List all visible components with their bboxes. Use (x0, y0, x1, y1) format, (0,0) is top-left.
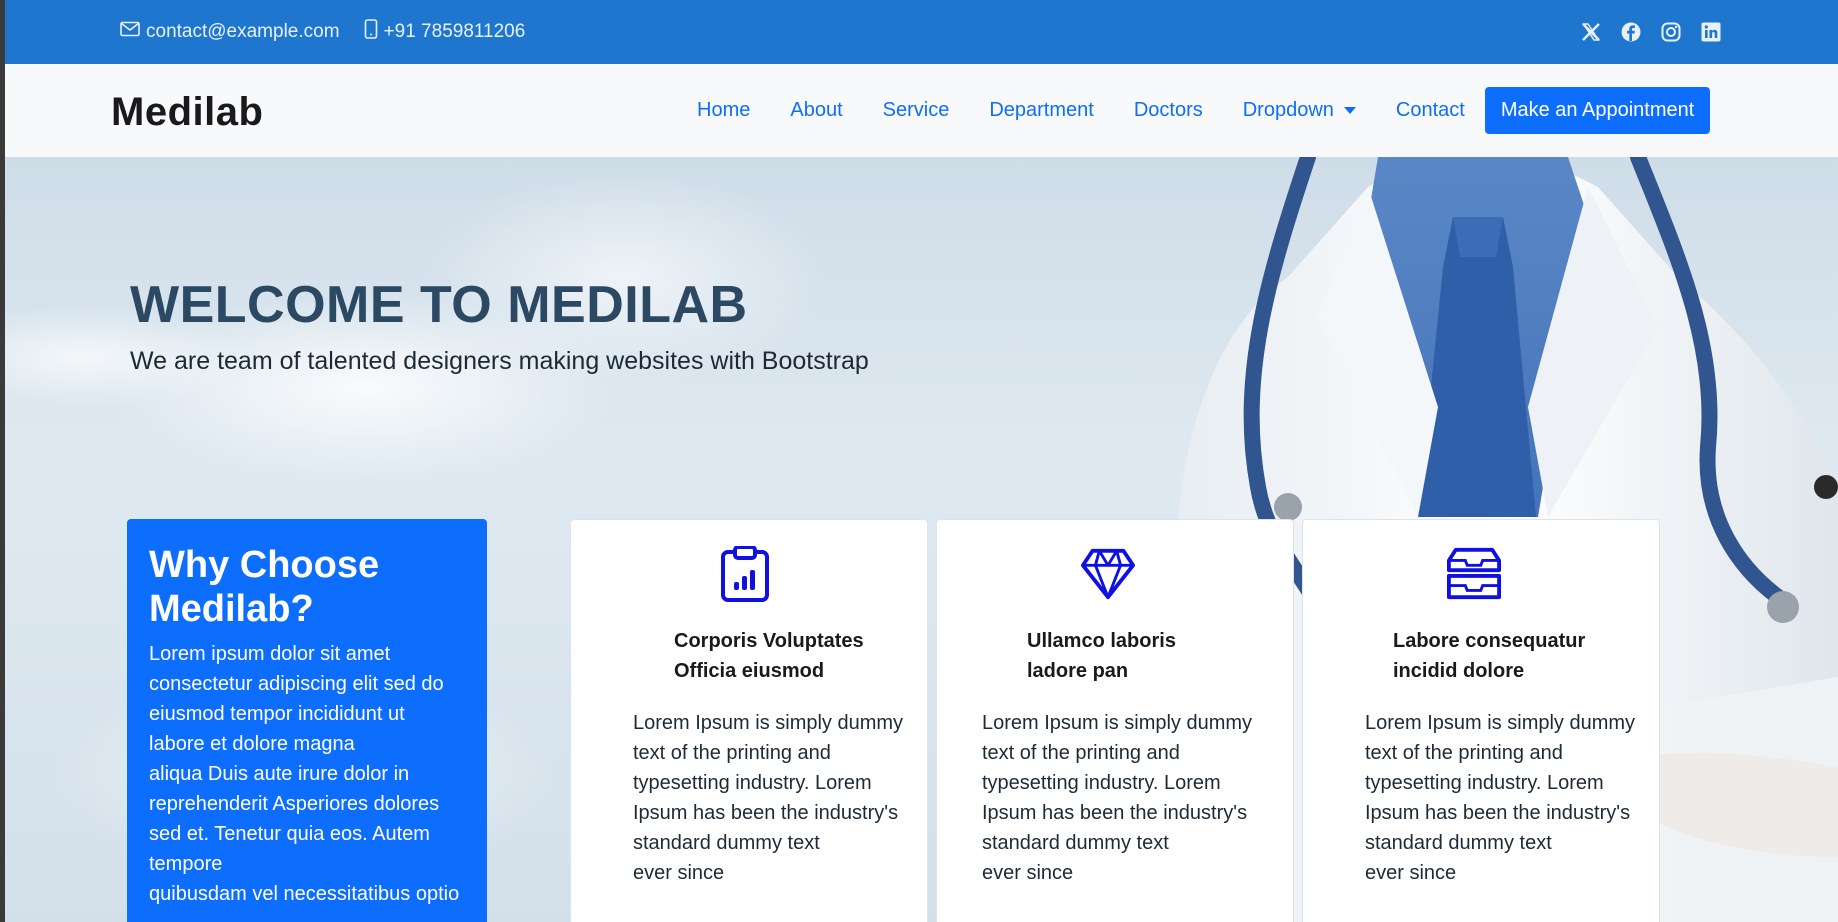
why-line: eiusmod tempor incididunt ut (149, 703, 405, 725)
nav-department[interactable]: Department (989, 99, 1094, 122)
card-text-line: Ipsum has been the industry's (1365, 802, 1631, 824)
why-line: reprehenderit Asperiores dolores (149, 793, 440, 815)
social-links (1561, 0, 1721, 64)
card-text-line: standard dummy text (633, 832, 820, 854)
why-title: Why Choose Medilab? (149, 543, 465, 631)
phone-text: +91 7859811206 (383, 21, 526, 42)
card-text-line: text of the printing and (1365, 742, 1563, 764)
card-title: Corporis Voluptates Officia eiusmod (674, 626, 864, 686)
hero-subtitle: We are team of talented designers making… (130, 347, 869, 375)
why-title-line2: Medilab? (149, 588, 314, 630)
nav-about[interactable]: About (790, 99, 842, 122)
phone-item[interactable]: +91 7859811206 (364, 19, 526, 45)
card-text-line: Ipsum has been the industry's (633, 802, 899, 824)
why-line: quibusdam vel necessitatibus optio (149, 883, 460, 905)
card-title-line1: Ullamco laboris (1027, 630, 1176, 652)
card-text-line: typesetting industry. Lorem (633, 772, 872, 794)
facebook-icon[interactable] (1621, 22, 1641, 42)
inboxes-icon (1446, 546, 1502, 602)
card-text-line: ever since (982, 862, 1074, 884)
x-icon[interactable] (1581, 22, 1601, 42)
clipboard-data-icon (717, 546, 773, 602)
card-text-line: typesetting industry. Lorem (982, 772, 1221, 794)
why-title-line1: Why Choose (149, 544, 380, 586)
card-text-line: standard dummy text (982, 832, 1169, 854)
card-title: Ullamco laboris ladore pan (1027, 626, 1176, 686)
instagram-icon[interactable] (1661, 22, 1681, 42)
card-text: Lorem Ipsum is simply dummy text of the … (633, 708, 913, 888)
card-title: Labore consequatur incidid dolore (1393, 626, 1585, 686)
nav-menu: Home About Service Department Doctors Dr… (697, 64, 1711, 157)
why-line: Lorem ipsum dolor sit amet (149, 643, 391, 665)
why-line: tempore (149, 853, 223, 875)
nav-home[interactable]: Home (697, 99, 750, 122)
phone-icon (364, 19, 384, 45)
card-text: Lorem Ipsum is simply dummy text of the … (982, 708, 1262, 888)
card-title-line2: Officia eiusmod (674, 660, 825, 682)
card-text-line: standard dummy text (1365, 832, 1552, 854)
card-text-line: Lorem Ipsum is simply dummy (1365, 712, 1636, 734)
hero-section: WELCOME TO MEDILAB We are team of talent… (5, 157, 1838, 922)
why-line: sed et. Tenetur quia eos. Autem (149, 823, 430, 845)
feature-card: Ullamco laboris ladore pan Lorem Ipsum i… (936, 519, 1294, 922)
why-choose-box: Why Choose Medilab? Lorem ipsum dolor si… (127, 519, 487, 922)
card-text-line: ever since (633, 862, 725, 884)
card-title-line1: Corporis Voluptates (674, 630, 864, 652)
hero-title: WELCOME TO MEDILAB (130, 276, 748, 334)
card-title-line2: incidid dolore (1393, 660, 1525, 682)
nav-dropdown-label: Dropdown (1242, 99, 1334, 121)
card-text-line: Ipsum has been the industry's (982, 802, 1248, 824)
topbar-contact: contact@example.com +91 7859811206 (120, 0, 549, 64)
brand-logo[interactable]: Medilab (111, 90, 263, 135)
card-title-line1: Labore consequatur (1393, 630, 1586, 652)
feature-card: Labore consequatur incidid dolore Lorem … (1302, 519, 1660, 922)
nav-dropdown[interactable]: Dropdown (1243, 99, 1356, 122)
card-text-line: ever since (1365, 862, 1457, 884)
card-text-line: Lorem Ipsum is simply dummy (982, 712, 1253, 734)
nav-service[interactable]: Service (883, 99, 950, 122)
why-line: consectetur adipiscing elit sed do (149, 673, 444, 695)
card-text-line: text of the printing and (982, 742, 1180, 764)
why-line: labore et dolore magna (149, 733, 355, 755)
make-appointment-button[interactable]: Make an Appointment (1484, 87, 1711, 134)
feature-card: Corporis Voluptates Officia eiusmod Lore… (570, 519, 928, 922)
navbar: Medilab Home About Service Department Do… (5, 64, 1838, 157)
card-text-line: Lorem Ipsum is simply dummy (633, 712, 904, 734)
browser-viewport: contact@example.com +91 7859811206 Medil… (5, 0, 1838, 922)
email-text: contact@example.com (146, 21, 340, 42)
gem-icon (1080, 546, 1136, 602)
card-text-line: typesetting industry. Lorem (1365, 772, 1604, 794)
card-text: Lorem Ipsum is simply dummy text of the … (1365, 708, 1645, 888)
nav-contact[interactable]: Contact (1396, 99, 1465, 122)
card-text-line: text of the printing and (633, 742, 831, 764)
why-line: aliqua Duis aute irure dolor in (149, 763, 410, 785)
email-item[interactable]: contact@example.com (120, 21, 340, 43)
why-text: Lorem ipsum dolor sit amet consectetur a… (149, 639, 465, 909)
card-title-line2: ladore pan (1027, 660, 1129, 682)
caret-down-icon (1343, 107, 1356, 114)
nav-doctors[interactable]: Doctors (1134, 99, 1203, 122)
linkedin-icon[interactable] (1701, 22, 1721, 42)
topbar: contact@example.com +91 7859811206 (5, 0, 1838, 64)
envelope-icon (120, 21, 146, 43)
